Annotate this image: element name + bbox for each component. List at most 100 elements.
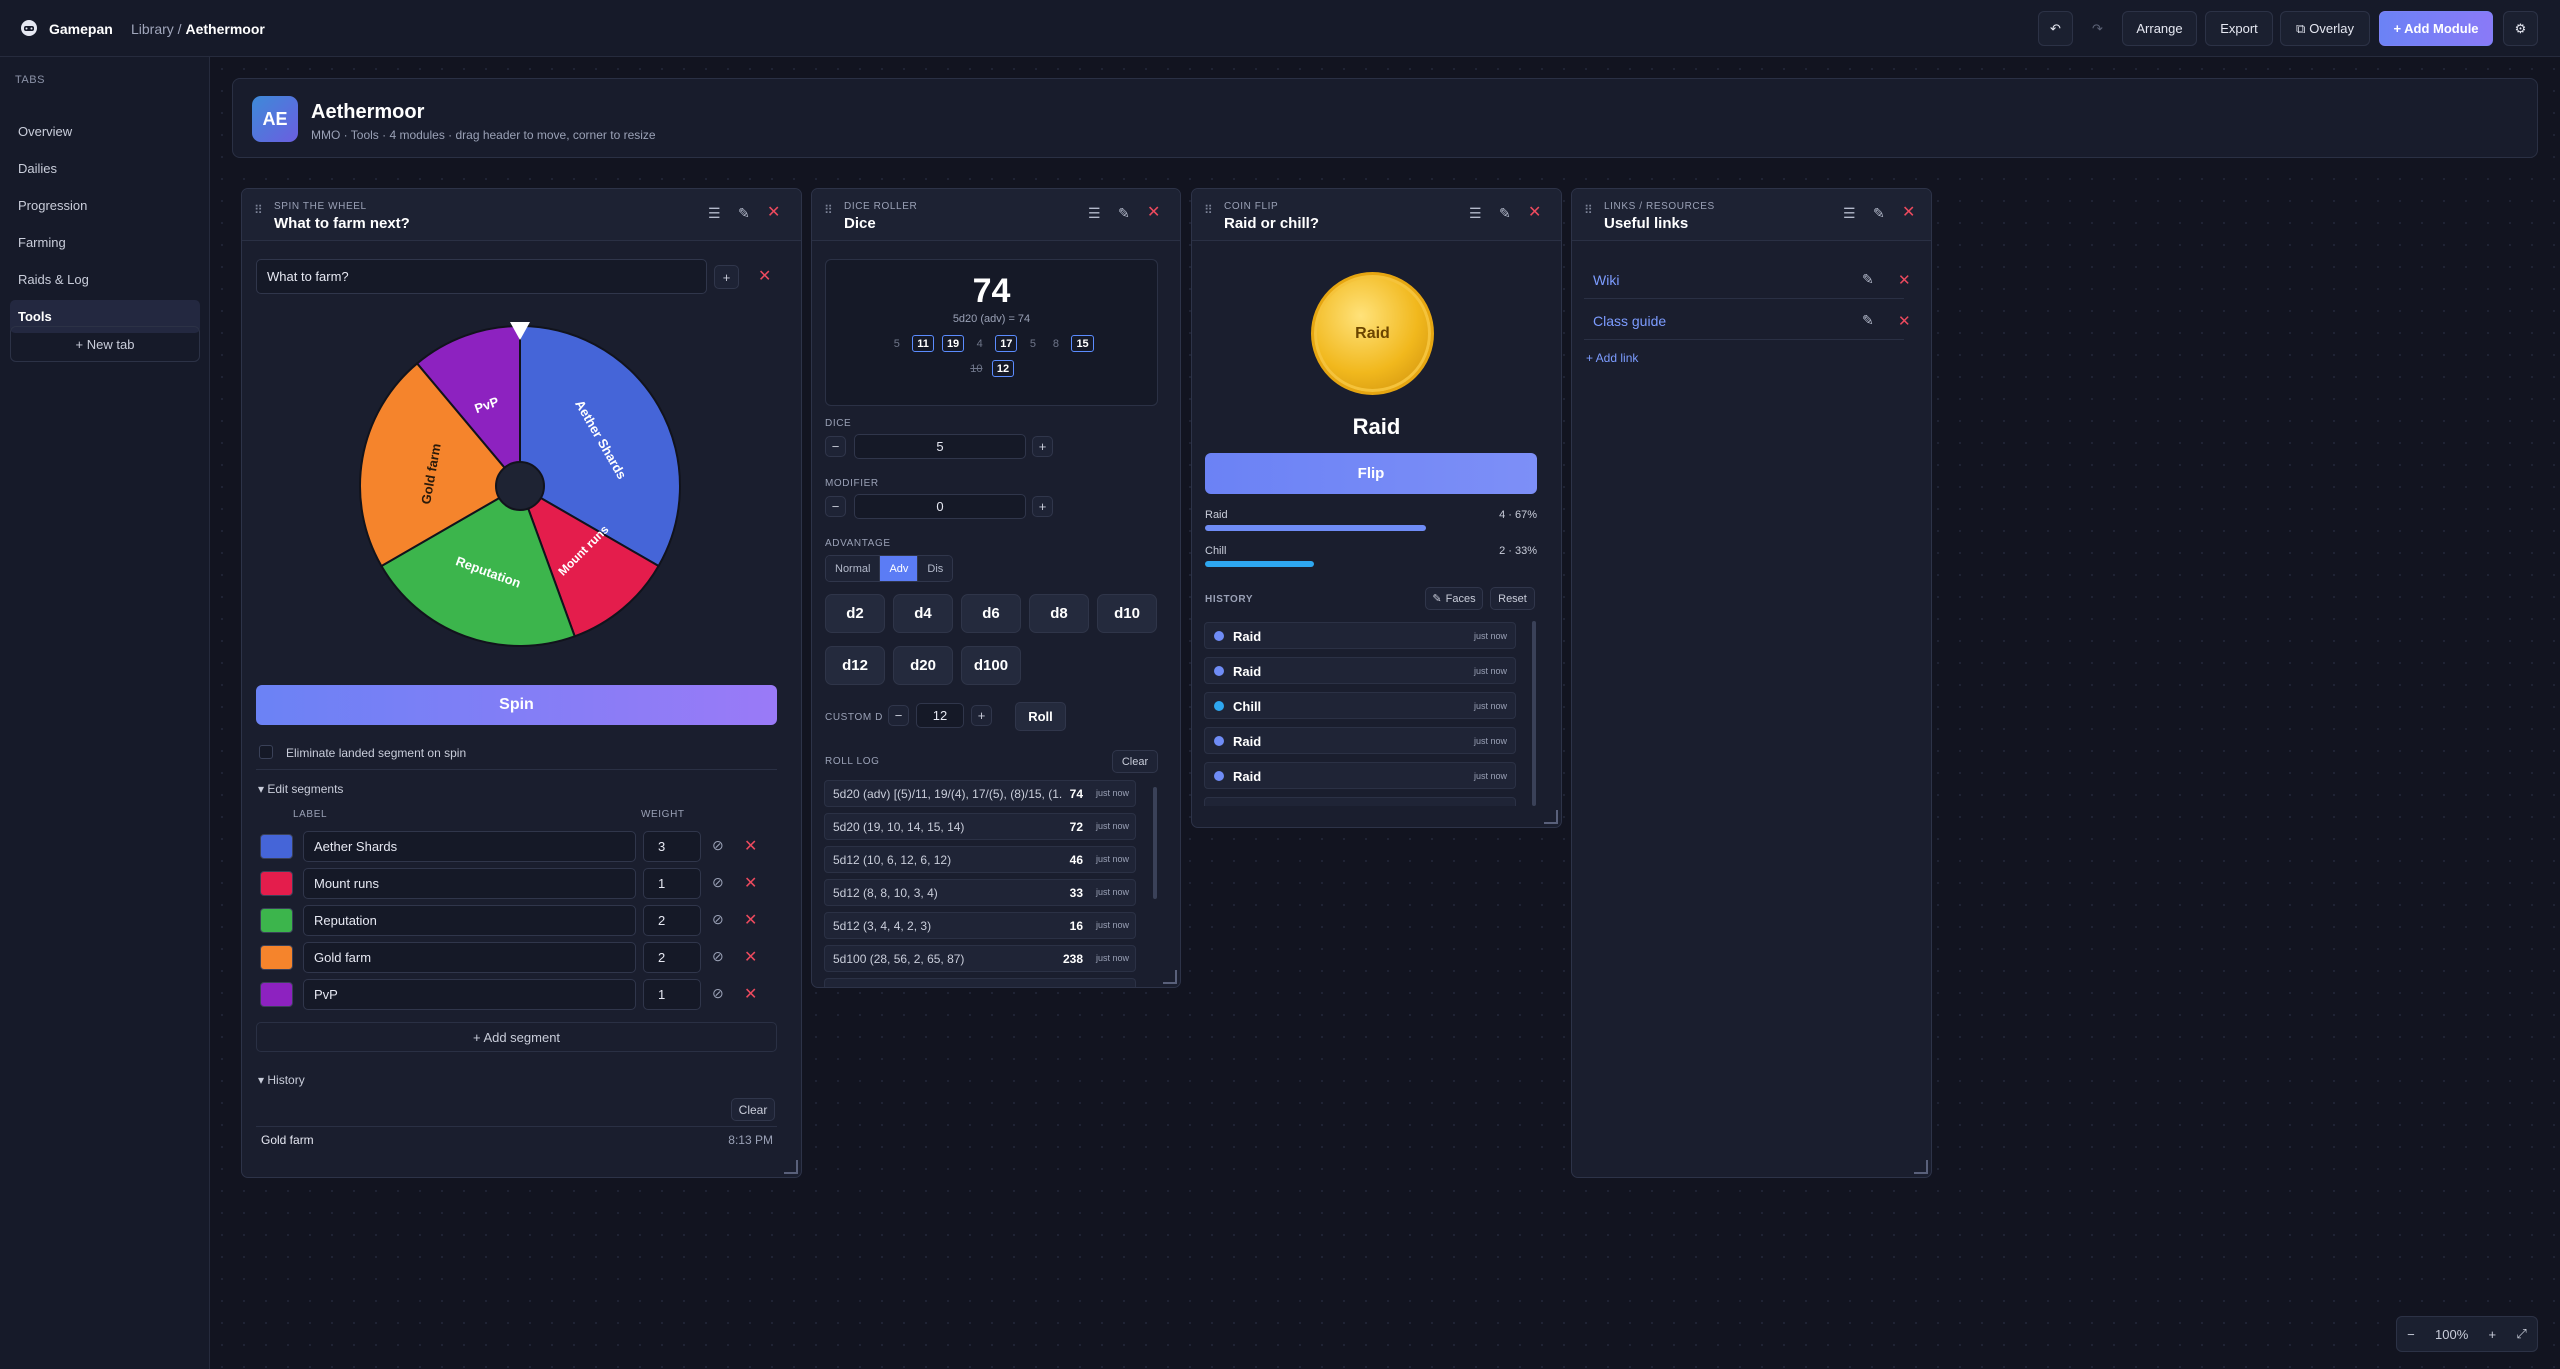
die-button-d20[interactable]: d20 (893, 646, 953, 685)
wheel[interactable]: Aether Shards Mount runs Reputation Gold… (355, 321, 685, 651)
coin-history-scrollbar[interactable] (1532, 621, 1536, 806)
segment-color-swatch[interactable] (260, 982, 293, 1007)
die-button-d2[interactable]: d2 (825, 594, 885, 633)
segment-label-input[interactable]: Aether Shards (303, 831, 636, 862)
undo-button[interactable]: ↶ (2038, 11, 2073, 46)
dice-increment-button[interactable]: + (1032, 436, 1053, 457)
drag-handle-icon[interactable]: ⠿ (824, 203, 833, 217)
segment-label-input[interactable]: PvP (303, 979, 636, 1010)
delete-icon[interactable]: ✕ (1898, 271, 1911, 289)
clear-log-button[interactable]: Clear (1112, 750, 1158, 773)
drag-handle-icon[interactable]: ⠿ (254, 203, 263, 217)
edit-icon[interactable]: ✎ (738, 205, 750, 222)
redo-button[interactable]: ↷ (2080, 11, 2115, 46)
delete-segment-icon[interactable]: ✕ (744, 873, 757, 893)
edit-icon[interactable]: ✎ (1118, 205, 1130, 222)
arrange-button[interactable]: Arrange (2122, 11, 2197, 46)
new-tab-button[interactable]: + New tab (10, 326, 200, 362)
clear-history-button[interactable]: Clear (731, 1098, 775, 1121)
sidebar-item-overview[interactable]: Overview (10, 115, 200, 148)
add-question-button[interactable]: + (714, 265, 739, 289)
disable-segment-icon[interactable]: ⊘ (712, 874, 724, 891)
settings-icon[interactable]: ⚙ (2503, 11, 2538, 46)
module-header[interactable]: ⠿ LINKS / RESOURCES Useful links ☰ ✎ ✕ (1572, 189, 1931, 241)
resize-handle[interactable] (1163, 970, 1177, 984)
sidebar-item-dailies[interactable]: Dailies (10, 152, 200, 185)
module-header[interactable]: ⠿ SPIN THE WHEEL What to farm next? ☰ ✎ … (242, 189, 801, 241)
drag-handle-icon[interactable]: ⠿ (1584, 203, 1593, 217)
disable-segment-icon[interactable]: ⊘ (712, 948, 724, 965)
custom-die-increment-button[interactable]: + (971, 705, 992, 726)
roll-custom-button[interactable]: Roll (1015, 702, 1066, 731)
advantage-option-adv[interactable]: Adv (879, 556, 918, 581)
segment-color-swatch[interactable] (260, 908, 293, 933)
spin-button[interactable]: Spin (256, 685, 777, 725)
disable-segment-icon[interactable]: ⊘ (712, 911, 724, 928)
custom-die-decrement-button[interactable]: − (888, 705, 909, 726)
menu-icon[interactable]: ☰ (1088, 205, 1101, 222)
segment-weight-input[interactable]: 2 (643, 905, 701, 936)
modifier-decrement-button[interactable]: − (825, 496, 846, 517)
add-link-button[interactable]: + Add link (1586, 351, 1638, 365)
eliminate-checkbox[interactable] (259, 745, 273, 759)
custom-die-input[interactable]: 12 (916, 703, 964, 728)
disable-segment-icon[interactable]: ⊘ (712, 985, 724, 1002)
edit-icon[interactable]: ✎ (1862, 312, 1874, 329)
breadcrumb-library[interactable]: Library (131, 21, 174, 37)
close-icon[interactable]: ✕ (767, 202, 780, 222)
segment-color-swatch[interactable] (260, 945, 293, 970)
segment-label-input[interactable]: Reputation (303, 905, 636, 936)
wheel-question-input[interactable]: What to farm? (256, 259, 707, 294)
die-button-d100[interactable]: d100 (961, 646, 1021, 685)
link-class-guide[interactable]: Class guide (1593, 313, 1666, 329)
dice-decrement-button[interactable]: − (825, 436, 846, 457)
edit-icon[interactable]: ✎ (1862, 271, 1874, 288)
history-toggle[interactable]: ▾ History (258, 1073, 305, 1087)
delete-segment-icon[interactable]: ✕ (744, 947, 757, 967)
advantage-option-dis[interactable]: Dis (917, 556, 953, 581)
export-button[interactable]: Export (2205, 11, 2273, 46)
close-icon[interactable]: ✕ (1147, 202, 1160, 222)
menu-icon[interactable]: ☰ (708, 205, 721, 222)
die-button-d10[interactable]: d10 (1097, 594, 1157, 633)
die-button-d4[interactable]: d4 (893, 594, 953, 633)
edit-segments-toggle[interactable]: ▾ Edit segments (258, 782, 343, 796)
resize-handle[interactable] (784, 1160, 798, 1174)
die-button-d6[interactable]: d6 (961, 594, 1021, 633)
resize-handle[interactable] (1914, 1160, 1928, 1174)
segment-weight-input[interactable]: 2 (643, 942, 701, 973)
die-button-d8[interactable]: d8 (1029, 594, 1089, 633)
die-button-d12[interactable]: d12 (825, 646, 885, 685)
advantage-option-normal[interactable]: Normal (826, 556, 880, 581)
sidebar-item-farming[interactable]: Farming (10, 226, 200, 259)
add-segment-button[interactable]: + Add segment (256, 1022, 777, 1052)
link-item[interactable]: Wiki ✎ ✕ (1584, 261, 1911, 299)
segment-label-input[interactable]: Gold farm (303, 942, 636, 973)
resize-handle[interactable] (1544, 810, 1558, 824)
module-header[interactable]: ⠿ DICE ROLLER Dice ☰ ✎ ✕ (812, 189, 1180, 241)
fit-screen-icon[interactable]: ⤢ (2516, 1326, 2526, 1342)
link-item[interactable]: Class guide ✎ ✕ (1584, 302, 1911, 340)
dice-count-input[interactable]: 5 (854, 434, 1026, 459)
disable-segment-icon[interactable]: ⊘ (712, 837, 724, 854)
segment-label-input[interactable]: Mount runs (303, 868, 636, 899)
sidebar-item-raids-log[interactable]: Raids & Log (10, 263, 200, 296)
zoom-out-button[interactable]: − (2407, 1327, 2415, 1342)
segment-weight-input[interactable]: 1 (643, 979, 701, 1010)
modifier-input[interactable]: 0 (854, 494, 1026, 519)
menu-icon[interactable]: ☰ (1843, 205, 1856, 222)
segment-color-swatch[interactable] (260, 834, 293, 859)
delete-icon[interactable]: ✕ (1898, 312, 1911, 330)
sidebar-item-progression[interactable]: Progression (10, 189, 200, 222)
segment-color-swatch[interactable] (260, 871, 293, 896)
segment-weight-input[interactable]: 1 (643, 868, 701, 899)
edit-icon[interactable]: ✎ (1873, 205, 1885, 222)
zoom-in-button[interactable]: + (2489, 1327, 2497, 1342)
remove-question-icon[interactable]: ✕ (758, 266, 771, 286)
link-wiki[interactable]: Wiki (1593, 272, 1619, 288)
overlay-button[interactable]: ⧉ Overlay (2280, 11, 2370, 46)
add-module-button[interactable]: + Add Module (2379, 11, 2493, 46)
delete-segment-icon[interactable]: ✕ (744, 836, 757, 856)
segment-weight-input[interactable]: 3 (643, 831, 701, 862)
close-icon[interactable]: ✕ (1902, 202, 1915, 222)
